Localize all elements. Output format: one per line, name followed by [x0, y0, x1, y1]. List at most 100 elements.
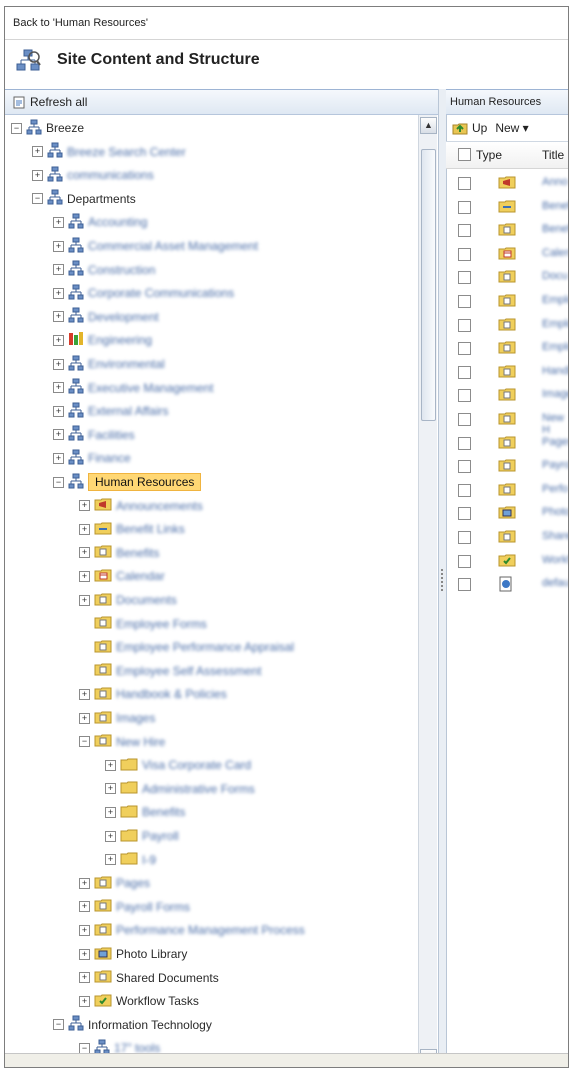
- tree-node-payroll[interactable]: + Payroll: [105, 826, 179, 846]
- list-item[interactable]: Handb: [446, 362, 568, 382]
- list-item[interactable]: Emplo: [446, 291, 568, 311]
- tree-node-shared-documents[interactable]: + Shared Documents: [79, 968, 219, 988]
- tree-node-label[interactable]: Employee Performance Appraisal: [116, 640, 294, 654]
- title-column-header[interactable]: Title: [542, 148, 564, 162]
- list-item[interactable]: New H: [446, 409, 568, 436]
- expand-icon[interactable]: +: [79, 523, 90, 535]
- row-title[interactable]: Anno: [542, 176, 568, 188]
- tree-node-pages[interactable]: + Pages: [79, 873, 150, 893]
- collapse-icon[interactable]: −: [53, 476, 64, 488]
- back-link[interactable]: Back to 'Human Resources': [13, 17, 148, 29]
- tree-node-label[interactable]: Documents: [116, 593, 177, 607]
- tree-node-label[interactable]: Calendar: [116, 569, 165, 583]
- select-all-checkbox[interactable]: [458, 148, 471, 161]
- tree-node-label[interactable]: Corporate Communications: [88, 286, 234, 300]
- expand-icon[interactable]: +: [53, 334, 64, 346]
- tree-node-engineering[interactable]: + Engineering: [53, 330, 152, 350]
- row-title[interactable]: Perfo: [542, 483, 568, 495]
- expand-icon[interactable]: +: [105, 783, 116, 795]
- tree-node-label[interactable]: Performance Management Process: [116, 923, 305, 937]
- list-item[interactable]: Benef: [446, 197, 568, 217]
- scroll-up-arrow-icon[interactable]: ▲: [420, 117, 437, 134]
- row-title[interactable]: Docu: [542, 270, 568, 282]
- tree-node-label[interactable]: Benefits: [116, 546, 159, 560]
- expand-icon[interactable]: +: [53, 311, 64, 323]
- tree-node-human-resources[interactable]: − Human Resources: [53, 472, 202, 492]
- collapse-icon[interactable]: −: [53, 1019, 64, 1031]
- row-title[interactable]: Image: [542, 388, 568, 400]
- tree-node-commercial-asset-management[interactable]: + Commercial Asset Management: [53, 236, 258, 256]
- tree-node-photo-library[interactable]: + Photo Library: [79, 944, 187, 964]
- expand-icon[interactable]: +: [105, 830, 116, 842]
- expand-icon[interactable]: +: [79, 901, 90, 913]
- tree-node-workflow-tasks[interactable]: + Workflow Tasks: [79, 991, 199, 1011]
- tree-node-label[interactable]: Benefit Links: [116, 522, 185, 536]
- expand-icon[interactable]: +: [79, 570, 90, 582]
- tree-node-label[interactable]: Human Resources: [88, 473, 202, 491]
- list-item[interactable]: Photo: [446, 503, 568, 523]
- row-checkbox[interactable]: [458, 389, 471, 403]
- expand-icon[interactable]: +: [32, 146, 43, 158]
- row-title[interactable]: Calen: [542, 247, 568, 259]
- expand-icon[interactable]: +: [79, 948, 90, 960]
- tree-node-payroll-forms[interactable]: + Payroll Forms: [79, 897, 190, 917]
- list-item[interactable]: Workf: [446, 551, 568, 571]
- tree-node-label[interactable]: Pages: [116, 876, 150, 890]
- tree-node-handbook-policies[interactable]: + Handbook & Policies: [79, 684, 227, 704]
- tree-node-visa-corporate-card[interactable]: + Visa Corporate Card: [105, 755, 251, 775]
- tree-node-documents[interactable]: + Documents: [79, 590, 177, 610]
- tree-node-label[interactable]: Images: [116, 711, 155, 725]
- tree-node-development[interactable]: + Development: [53, 307, 159, 327]
- collapse-icon[interactable]: −: [32, 193, 43, 205]
- tree-node-label[interactable]: Construction: [88, 263, 155, 277]
- row-title[interactable]: Emplo: [542, 318, 568, 330]
- tree-node-benefits[interactable]: + Benefits: [105, 802, 185, 822]
- tree-node-label[interactable]: Shared Documents: [116, 971, 219, 985]
- row-checkbox[interactable]: [458, 247, 471, 261]
- tree-node-label[interactable]: Benefits: [142, 805, 185, 819]
- row-checkbox[interactable]: [458, 531, 471, 544]
- row-checkbox[interactable]: [458, 507, 471, 521]
- scroll-thumb[interactable]: [421, 149, 436, 421]
- tree-node-label[interactable]: Executive Management: [88, 381, 213, 395]
- tree-node-employee-performance-appraisal[interactable]: Employee Performance Appraisal: [79, 637, 294, 657]
- row-title[interactable]: Workf: [542, 554, 568, 566]
- tree-node-employee-forms[interactable]: Employee Forms: [79, 614, 207, 634]
- list-item[interactable]: Emplo: [446, 338, 568, 358]
- row-checkbox[interactable]: [458, 413, 471, 426]
- row-checkbox[interactable]: [458, 295, 471, 308]
- list-item[interactable]: Emplo: [446, 315, 568, 335]
- type-column-header[interactable]: Type: [476, 148, 502, 162]
- expand-icon[interactable]: +: [79, 995, 90, 1007]
- expand-icon[interactable]: +: [53, 264, 64, 276]
- expand-icon[interactable]: +: [79, 688, 90, 700]
- row-checkbox[interactable]: [458, 578, 471, 592]
- expand-icon[interactable]: +: [53, 287, 64, 299]
- expand-icon[interactable]: +: [53, 240, 64, 252]
- tree-node-label[interactable]: Breeze Search Center: [67, 145, 186, 159]
- row-checkbox[interactable]: [458, 224, 471, 238]
- tree-node-label[interactable]: New Hire: [116, 735, 165, 749]
- tree-node-label[interactable]: Photo Library: [116, 947, 187, 961]
- tree-node-label[interactable]: Development: [88, 310, 159, 324]
- tree-node-label[interactable]: Announcements: [116, 499, 203, 513]
- list-item[interactable]: Image: [446, 385, 568, 405]
- tree-node-label[interactable]: Employee Forms: [116, 617, 207, 631]
- tree-node-label[interactable]: Workflow Tasks: [116, 994, 199, 1008]
- tree-node-label[interactable]: Engineering: [88, 333, 152, 347]
- tree-node-administrative-forms[interactable]: + Administrative Forms: [105, 779, 255, 799]
- tree-node-information-technology[interactable]: − Information Technology: [53, 1015, 212, 1035]
- tree-node-label[interactable]: Visa Corporate Card: [142, 758, 251, 772]
- expand-icon[interactable]: +: [79, 547, 90, 559]
- row-title[interactable]: Emplo: [542, 341, 568, 353]
- row-checkbox[interactable]: [458, 436, 471, 450]
- tree-node-images[interactable]: + Images: [79, 708, 155, 728]
- tree-node-external-affairs[interactable]: + External Affairs: [53, 401, 168, 421]
- expand-icon[interactable]: +: [79, 594, 90, 606]
- expand-icon[interactable]: +: [79, 877, 90, 889]
- tree-node-executive-management[interactable]: + Executive Management: [53, 378, 213, 398]
- row-title[interactable]: Payro: [542, 459, 568, 471]
- tree-node-label[interactable]: Finance: [88, 451, 131, 465]
- tree-node-label[interactable]: Handbook & Policies: [116, 687, 227, 701]
- expand-icon[interactable]: +: [79, 712, 90, 724]
